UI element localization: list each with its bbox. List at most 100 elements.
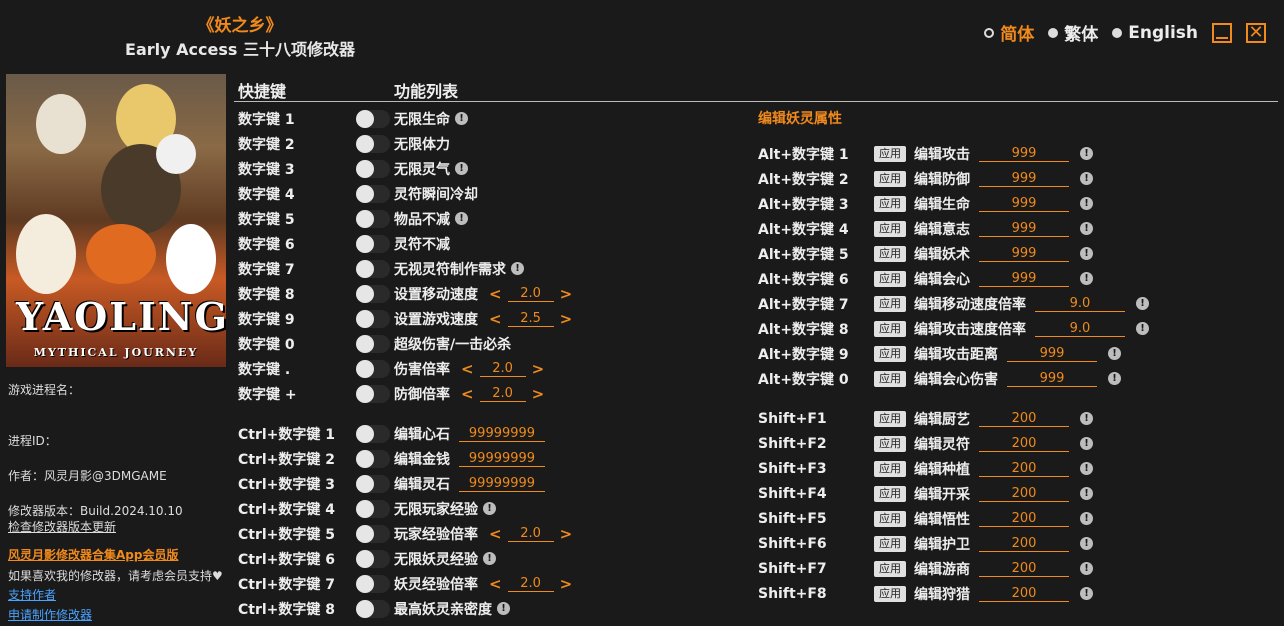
value-input[interactable]: 99999999	[459, 451, 545, 467]
request-trainer-link[interactable]: 申请制作修改器	[8, 606, 92, 623]
attribute-value-input[interactable]: 200	[979, 586, 1069, 602]
attribute-value-input[interactable]: 200	[979, 461, 1069, 477]
decrease-arrow-icon[interactable]: <	[489, 285, 502, 303]
stepper-value[interactable]: 2.0	[479, 386, 526, 402]
decrease-arrow-icon[interactable]: <	[461, 360, 474, 378]
toggle-knob	[356, 425, 374, 443]
value-stepper[interactable]: <2.0 >	[489, 285, 572, 303]
apply-button[interactable]: 应用	[874, 585, 906, 602]
stepper-value[interactable]: 2.0	[507, 286, 554, 302]
lang-simplified[interactable]: 简体	[984, 20, 1034, 45]
attribute-name: 编辑移动速度倍率 9.0!	[914, 294, 1149, 314]
apply-button[interactable]: 应用	[874, 320, 906, 337]
feature-toggle[interactable]	[356, 385, 390, 403]
feature-toggle[interactable]	[356, 475, 390, 493]
feature-toggle[interactable]	[356, 525, 390, 543]
feature-name: 无视灵符制作需求!	[394, 259, 524, 279]
stepper-value[interactable]: 2.5	[507, 311, 554, 327]
feature-toggle[interactable]	[356, 210, 390, 228]
check-update-link[interactable]: 检查修改器版本更新	[8, 518, 116, 535]
feature-toggle[interactable]	[356, 135, 390, 153]
attribute-value-input[interactable]: 200	[979, 486, 1069, 502]
decrease-arrow-icon[interactable]: <	[489, 525, 502, 543]
feature-toggle[interactable]	[356, 235, 390, 253]
apply-button[interactable]: 应用	[874, 195, 906, 212]
feature-toggle[interactable]	[356, 160, 390, 178]
value-stepper[interactable]: <2.5 >	[489, 310, 572, 328]
feature-toggle[interactable]	[356, 550, 390, 568]
toggle-knob	[356, 600, 374, 618]
feature-toggle[interactable]	[356, 310, 390, 328]
stepper-value[interactable]: 2.0	[479, 361, 526, 377]
support-author-link[interactable]: 支持作者	[8, 586, 56, 603]
apply-button[interactable]: 应用	[874, 145, 906, 162]
lang-traditional[interactable]: 繁体	[1048, 20, 1098, 45]
value-stepper[interactable]: <2.0 >	[489, 575, 572, 593]
increase-arrow-icon[interactable]: >	[532, 385, 545, 403]
apply-button[interactable]: 应用	[874, 435, 906, 452]
feature-toggle[interactable]	[356, 335, 390, 353]
value-input[interactable]: 99999999	[459, 476, 545, 492]
apply-button[interactable]: 应用	[874, 560, 906, 577]
feature-toggle[interactable]	[356, 110, 390, 128]
feature-toggle[interactable]	[356, 260, 390, 278]
attribute-value-input[interactable]: 999	[979, 271, 1069, 287]
attribute-value-input[interactable]: 200	[979, 411, 1069, 427]
feature-toggle[interactable]	[356, 450, 390, 468]
apply-button[interactable]: 应用	[874, 485, 906, 502]
attribute-value-input[interactable]: 999	[1007, 346, 1097, 362]
app-promo-link[interactable]: 风灵月影修改器合集App会员版	[8, 546, 178, 563]
attribute-value-input[interactable]: 999	[979, 246, 1069, 262]
apply-button[interactable]: 应用	[874, 170, 906, 187]
hotkey-label: 数字键 6	[238, 236, 295, 253]
apply-button[interactable]: 应用	[874, 370, 906, 387]
apply-button[interactable]: 应用	[874, 410, 906, 427]
attribute-value-input[interactable]: 999	[979, 221, 1069, 237]
attribute-value-input[interactable]: 200	[979, 436, 1069, 452]
apply-button[interactable]: 应用	[874, 220, 906, 237]
apply-button[interactable]: 应用	[874, 510, 906, 527]
attribute-value-input[interactable]: 9.0	[1035, 296, 1125, 312]
value-input[interactable]: 99999999	[459, 426, 545, 442]
attribute-value-input[interactable]: 999	[979, 171, 1069, 187]
increase-arrow-icon[interactable]: >	[532, 360, 545, 378]
feature-toggle[interactable]	[356, 425, 390, 443]
value-stepper[interactable]: <2.0 >	[489, 525, 572, 543]
apply-button[interactable]: 应用	[874, 345, 906, 362]
decrease-arrow-icon[interactable]: <	[461, 385, 474, 403]
feature-toggle[interactable]	[356, 500, 390, 518]
feature-toggle[interactable]	[356, 360, 390, 378]
apply-button[interactable]: 应用	[874, 460, 906, 477]
increase-arrow-icon[interactable]: >	[560, 525, 573, 543]
lang-english[interactable]: English	[1112, 23, 1198, 43]
stepper-value[interactable]: 2.0	[507, 526, 554, 542]
attribute-value-input[interactable]: 999	[979, 146, 1069, 162]
increase-arrow-icon[interactable]: >	[560, 575, 573, 593]
increase-arrow-icon[interactable]: >	[560, 310, 573, 328]
feature-name: 编辑金钱 99999999	[394, 449, 545, 469]
apply-button[interactable]: 应用	[874, 245, 906, 262]
apply-button[interactable]: 应用	[874, 270, 906, 287]
attribute-value-input[interactable]: 9.0	[1035, 321, 1125, 337]
feature-toggle[interactable]	[356, 285, 390, 303]
minimize-button[interactable]	[1212, 22, 1232, 43]
apply-button[interactable]: 应用	[874, 295, 906, 312]
apply-button[interactable]: 应用	[874, 535, 906, 552]
increase-arrow-icon[interactable]: >	[560, 285, 573, 303]
feature-toggle[interactable]	[356, 185, 390, 203]
feature-name: 编辑心石 99999999	[394, 424, 545, 444]
feature-toggle[interactable]	[356, 600, 390, 618]
feature-toggle[interactable]	[356, 575, 390, 593]
attribute-value-input[interactable]: 999	[979, 196, 1069, 212]
feature-row: Ctrl+数字键 5 玩家经验倍率 <2.0 >	[238, 521, 738, 546]
value-stepper[interactable]: <2.0 >	[461, 385, 544, 403]
attribute-value-input[interactable]: 200	[979, 511, 1069, 527]
decrease-arrow-icon[interactable]: <	[489, 575, 502, 593]
close-button[interactable]: ✕	[1246, 22, 1266, 43]
attribute-value-input[interactable]: 999	[1007, 371, 1097, 387]
decrease-arrow-icon[interactable]: <	[489, 310, 502, 328]
value-stepper[interactable]: <2.0 >	[461, 360, 544, 378]
attribute-value-input[interactable]: 200	[979, 536, 1069, 552]
stepper-value[interactable]: 2.0	[507, 576, 554, 592]
attribute-value-input[interactable]: 200	[979, 561, 1069, 577]
